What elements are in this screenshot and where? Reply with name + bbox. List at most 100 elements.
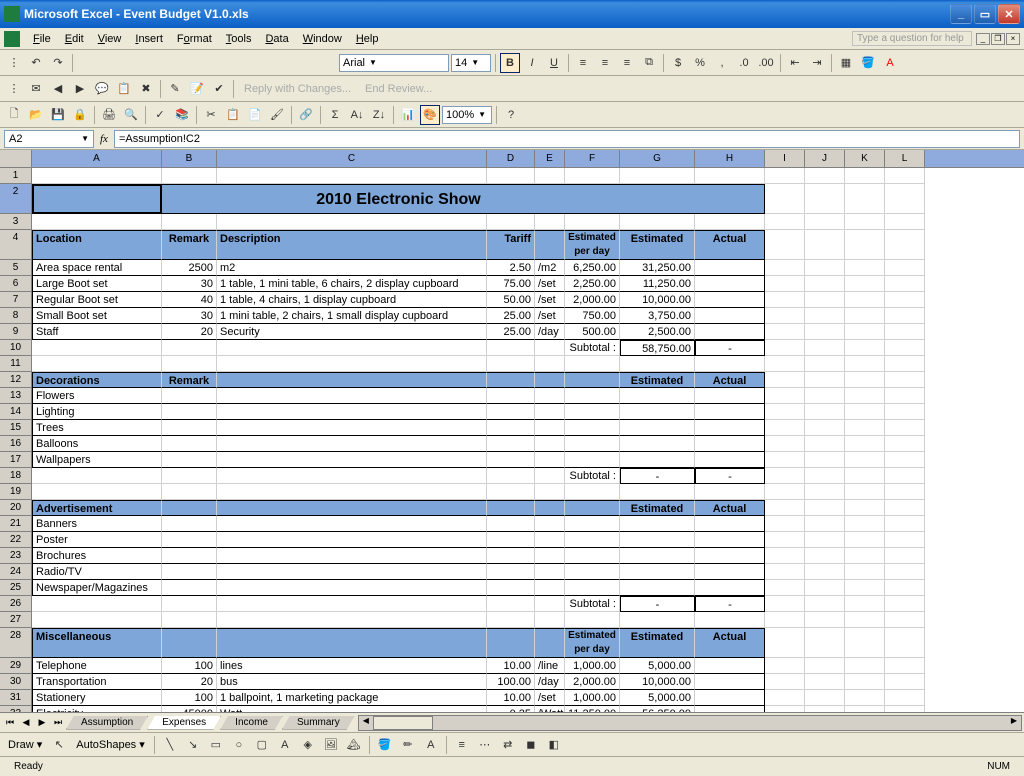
borders-button[interactable]: ▦ — [836, 53, 856, 73]
delete-comment-icon[interactable]: ✖ — [136, 79, 156, 99]
track-icon[interactable]: 📝 — [187, 79, 207, 99]
col-header-I[interactable]: I — [765, 150, 805, 167]
row-header-32[interactable]: 32 — [0, 706, 32, 712]
row-header-11[interactable]: 11 — [0, 356, 32, 372]
underline-button[interactable]: U — [544, 53, 564, 73]
scrollbar-thumb[interactable] — [373, 716, 433, 730]
prev-comment-icon[interactable]: ◀ — [48, 79, 68, 99]
spelling-button[interactable]: ✓ — [150, 105, 170, 125]
zoom-selector[interactable]: 100%▼ — [442, 106, 492, 124]
increase-indent-button[interactable]: ⇥ — [807, 53, 827, 73]
font-color-button[interactable]: A — [880, 53, 900, 73]
row-header-23[interactable]: 23 — [0, 548, 32, 564]
menu-tools[interactable]: Tools — [219, 31, 259, 47]
font-size-selector[interactable]: 14▼ — [451, 54, 491, 72]
horizontal-scrollbar[interactable]: ◀ ▶ — [358, 715, 1022, 731]
currency-button[interactable]: $ — [668, 53, 688, 73]
menu-format[interactable]: Format — [170, 31, 219, 47]
row-header-29[interactable]: 29 — [0, 658, 32, 674]
copy-button[interactable]: 📋 — [223, 105, 243, 125]
align-left-button[interactable]: ≡ — [573, 53, 593, 73]
spreadsheet-grid[interactable]: ABCDEFGHIJKL 123456789101112131415161718… — [0, 150, 1024, 712]
redo-icon[interactable]: ↷ — [48, 53, 68, 73]
select-all-corner[interactable] — [0, 150, 32, 167]
shadow-icon[interactable]: ◼ — [521, 735, 541, 755]
tab-prev[interactable]: ◀ — [18, 715, 34, 731]
toolbar-handle[interactable]: ⋮ — [4, 53, 24, 73]
tab-first[interactable]: ⏮ — [2, 715, 18, 731]
maximize-button[interactable]: ▭ — [974, 4, 996, 24]
bold-button[interactable]: B — [500, 53, 520, 73]
font-color-icon[interactable]: A — [421, 735, 441, 755]
hyperlink-button[interactable]: 🔗 — [296, 105, 316, 125]
accept-icon[interactable]: ✔ — [209, 79, 229, 99]
fill-color-button[interactable]: 🪣 — [858, 53, 878, 73]
dash-style-icon[interactable]: ⋯ — [475, 735, 495, 755]
close-button[interactable]: ✕ — [998, 4, 1020, 24]
3d-icon[interactable]: ◧ — [544, 735, 564, 755]
menu-view[interactable]: View — [91, 31, 129, 47]
fx-icon[interactable]: fx — [100, 133, 108, 145]
chart-button[interactable]: 📊 — [398, 105, 418, 125]
merge-button[interactable]: ⧉ — [639, 53, 659, 73]
menu-data[interactable]: Data — [258, 31, 295, 47]
row-header-18[interactable]: 18 — [0, 468, 32, 484]
row-header-1[interactable]: 1 — [0, 168, 32, 184]
doc-close[interactable]: × — [1006, 33, 1020, 45]
row-header-6[interactable]: 6 — [0, 276, 32, 292]
name-box[interactable]: A2▼ — [4, 130, 94, 148]
comma-button[interactable]: , — [712, 53, 732, 73]
line-style-icon[interactable]: ≡ — [452, 735, 472, 755]
col-header-A[interactable]: A — [32, 150, 162, 167]
row-header-14[interactable]: 14 — [0, 404, 32, 420]
permission-button[interactable]: 🔒 — [70, 105, 90, 125]
col-header-J[interactable]: J — [805, 150, 845, 167]
row-header-27[interactable]: 27 — [0, 612, 32, 628]
row-header-25[interactable]: 25 — [0, 580, 32, 596]
sort-desc-button[interactable]: Z↓ — [369, 105, 389, 125]
new-button[interactable]: 🗋 — [4, 105, 24, 125]
autosum-button[interactable]: Σ — [325, 105, 345, 125]
open-button[interactable]: 📂 — [26, 105, 46, 125]
italic-button[interactable]: I — [522, 53, 542, 73]
print-button[interactable]: 🖨 — [99, 105, 119, 125]
row-header-13[interactable]: 13 — [0, 388, 32, 404]
row-header-31[interactable]: 31 — [0, 690, 32, 706]
toolbar-handle2[interactable]: ⋮ — [4, 79, 24, 99]
sort-asc-button[interactable]: A↓ — [347, 105, 367, 125]
row-header-21[interactable]: 21 — [0, 516, 32, 532]
research-button[interactable]: 📚 — [172, 105, 192, 125]
row-header-20[interactable]: 20 — [0, 500, 32, 516]
align-right-button[interactable]: ≡ — [617, 53, 637, 73]
row-header-2[interactable]: 2 — [0, 184, 32, 214]
cut-button[interactable]: ✂ — [201, 105, 221, 125]
col-header-K[interactable]: K — [845, 150, 885, 167]
row-header-4[interactable]: 4 — [0, 230, 32, 260]
col-header-C[interactable]: C — [217, 150, 487, 167]
show-all-icon[interactable]: 📋 — [114, 79, 134, 99]
decrease-indent-button[interactable]: ⇤ — [785, 53, 805, 73]
col-header-B[interactable]: B — [162, 150, 217, 167]
row-header-7[interactable]: 7 — [0, 292, 32, 308]
row-header-16[interactable]: 16 — [0, 436, 32, 452]
fill-color-icon[interactable]: 🪣 — [375, 735, 395, 755]
autoshapes-menu[interactable]: AutoShapes ▾ — [72, 738, 149, 751]
col-header-G[interactable]: G — [620, 150, 695, 167]
arrow-icon[interactable]: ↘ — [183, 735, 203, 755]
formula-input[interactable]: =Assumption!C2 — [114, 130, 1020, 148]
font-selector[interactable]: Arial▼ — [339, 54, 449, 72]
sheet-tab-expenses[interactable]: Expenses — [147, 716, 221, 730]
help-button[interactable]: ? — [501, 105, 521, 125]
increase-decimal-button[interactable]: .0 — [734, 53, 754, 73]
menu-window[interactable]: Window — [296, 31, 349, 47]
row-header-28[interactable]: 28 — [0, 628, 32, 658]
ink-icon[interactable]: ✎ — [165, 79, 185, 99]
sheet-tab-income[interactable]: Income — [220, 716, 283, 730]
save-button[interactable]: 💾 — [48, 105, 68, 125]
show-comment-icon[interactable]: 💬 — [92, 79, 112, 99]
row-header-15[interactable]: 15 — [0, 420, 32, 436]
row-header-19[interactable]: 19 — [0, 484, 32, 500]
row-header-5[interactable]: 5 — [0, 260, 32, 276]
help-search[interactable]: Type a question for help — [852, 31, 972, 46]
drawing-button[interactable]: 🎨 — [420, 105, 440, 125]
